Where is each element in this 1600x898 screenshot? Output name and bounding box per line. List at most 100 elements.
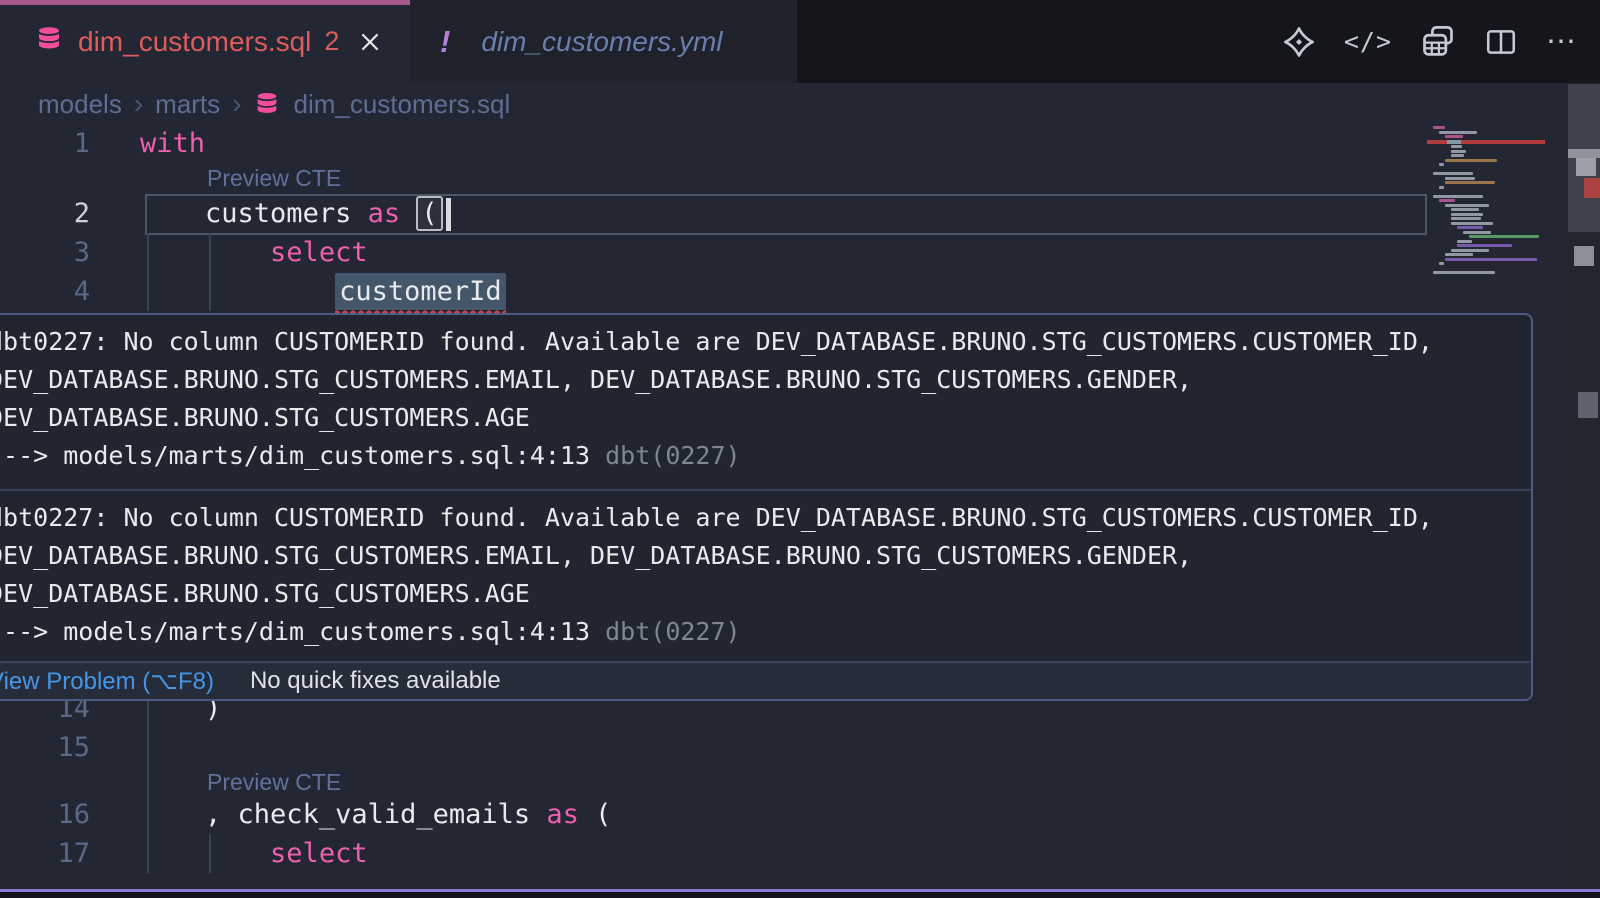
- minimap-line: [1439, 163, 1444, 166]
- minimap-line: [1445, 253, 1473, 256]
- minimap-line: [1451, 145, 1462, 148]
- copy-table-icon[interactable]: [1420, 24, 1456, 60]
- codelens-preview-cte[interactable]: Preview CTE: [207, 163, 341, 194]
- minimap-line: [1445, 181, 1495, 184]
- hover-status-bar: View Problem (⌥F8) No quick fixes availa…: [0, 661, 1531, 699]
- matched-bracket: (: [416, 196, 442, 231]
- view-problem-link[interactable]: View Problem (⌥F8): [0, 667, 214, 696]
- split-editor-icon[interactable]: [1484, 25, 1518, 59]
- minimap-line: [1445, 258, 1537, 261]
- minimap[interactable]: [1427, 126, 1545, 276]
- error-location-line: --> models/marts/dim_customers.sql:4:13 …: [0, 613, 1513, 651]
- indent-guide: [147, 233, 149, 311]
- overview-marker: [1578, 392, 1598, 418]
- error-message-line: DEV_DATABASE.BRUNO.STG_CUSTOMERS.AGE: [0, 399, 1513, 437]
- minimap-line: [1439, 199, 1455, 202]
- minimap-line: [1445, 159, 1497, 162]
- error-message-line: DEV_DATABASE.BRUNO.STG_CUSTOMERS.EMAIL, …: [0, 537, 1513, 575]
- code-line-content[interactable]: select: [140, 233, 368, 272]
- code-line: 1 with: [0, 124, 1600, 163]
- code-icon[interactable]: </>: [1344, 27, 1392, 56]
- code-line: 3 select: [0, 233, 1600, 272]
- tab-dim-customers-sql[interactable]: dim_customers.sql 2: [0, 0, 410, 83]
- code-line: 2 customers as (: [0, 194, 1600, 233]
- error-message-line: dbt0227: No column CUSTOMERID found. Ava…: [0, 499, 1513, 537]
- overview-marker: [1576, 158, 1596, 176]
- minimap-line: [1451, 249, 1489, 252]
- gutter: [0, 163, 90, 194]
- line-number: 1: [0, 124, 90, 163]
- error-code-ref: dbt(0227): [605, 441, 740, 470]
- minimap-line: [1451, 217, 1481, 220]
- minimap-line: [1439, 186, 1444, 189]
- code-line-content[interactable]: select: [140, 834, 368, 873]
- minimap-line: [1445, 204, 1489, 207]
- error-location-line: --> models/marts/dim_customers.sql:4:13 …: [0, 437, 1513, 475]
- database-icon: [253, 90, 281, 118]
- minimap-line: [1457, 244, 1512, 247]
- error-message-block: dbt0227: No column CUSTOMERID found. Ava…: [0, 491, 1531, 661]
- code-editor-top: 1withPreview CTE2 customers as (3 select…: [0, 124, 1600, 311]
- code-line-content[interactable]: customers as (: [140, 194, 451, 233]
- tab-dim-customers-yml[interactable]: ! dim_customers.yml: [410, 0, 797, 83]
- more-actions-icon[interactable]: ⋯: [1546, 24, 1578, 59]
- tab-badge: 2: [324, 26, 339, 57]
- indent-guide: [209, 834, 211, 873]
- breadcrumb-item-marts[interactable]: marts: [155, 89, 220, 120]
- error-message-line: DEV_DATABASE.BRUNO.STG_CUSTOMERS.EMAIL, …: [0, 361, 1513, 399]
- minimap-gap: [1427, 190, 1545, 195]
- close-icon[interactable]: [357, 29, 383, 55]
- dbt-icon[interactable]: [1282, 25, 1316, 59]
- minimap-line: [1451, 222, 1493, 225]
- minimap-line: [1451, 208, 1479, 211]
- line-number: 17: [0, 834, 90, 873]
- error-message-block: dbt0227: No column CUSTOMERID found. Ava…: [0, 315, 1531, 489]
- tab-label: dim_customers.sql: [78, 26, 311, 58]
- error-hover-tooltip: dbt0227: No column CUSTOMERID found. Ava…: [0, 313, 1533, 701]
- indent-guide: [147, 689, 149, 873]
- minimap-line: [1469, 235, 1539, 238]
- minimap-line: [1445, 177, 1475, 180]
- indent-guide: [209, 233, 211, 311]
- codelens-row: Preview CTE: [0, 767, 1600, 795]
- line-number: 3: [0, 233, 90, 272]
- code-line-content[interactable]: customerId: [140, 272, 506, 311]
- minimap-line: [1433, 126, 1445, 129]
- minimap-line: [1463, 231, 1491, 234]
- minimap-line: [1433, 172, 1473, 175]
- line-number: 2: [0, 194, 90, 233]
- error-message-line: DEV_DATABASE.BRUNO.STG_CUSTOMERS.AGE: [0, 575, 1513, 613]
- minimap-line: [1439, 131, 1477, 134]
- minimap-line: [1451, 213, 1483, 216]
- warning-icon: !: [440, 24, 450, 60]
- codelens-row: Preview CTE: [0, 163, 1600, 194]
- overview-marker-error: [1584, 178, 1600, 198]
- breadcrumb-item-file[interactable]: dim_customers.sql: [293, 89, 510, 120]
- error-token-customerid: customerId: [335, 273, 506, 310]
- overview-marker: [1574, 246, 1594, 266]
- code-line-content[interactable]: , check_valid_emails as (: [140, 795, 611, 834]
- minimap-line: [1457, 226, 1483, 229]
- codelens-preview-cte[interactable]: Preview CTE: [207, 767, 341, 795]
- minimap-line: [1433, 271, 1495, 274]
- code-editor-bottom: 14 )15Preview CTE16 , check_valid_emails…: [0, 689, 1600, 873]
- line-number: 16: [0, 795, 90, 834]
- no-quick-fixes-label: No quick fixes available: [250, 667, 501, 695]
- minimap-line: [1445, 135, 1463, 138]
- minimap-line: [1433, 195, 1483, 198]
- breadcrumb-item-models[interactable]: models: [38, 89, 122, 120]
- overview-marker: [1568, 149, 1600, 158]
- active-tab-accent-border: [0, 0, 410, 5]
- code-line: 4 customerId: [0, 272, 1600, 311]
- tab-bar: dim_customers.sql 2 ! dim_customers.yml …: [0, 0, 1600, 83]
- code-line-content[interactable]: with: [140, 124, 205, 163]
- breadcrumb: models › marts › dim_customers.sql: [38, 86, 510, 122]
- code-line: 17 select: [0, 834, 1600, 873]
- minimap-line: [1439, 262, 1444, 265]
- editor-window: dim_customers.sql 2 ! dim_customers.yml …: [0, 0, 1600, 898]
- database-icon: [34, 24, 64, 59]
- line-number: 4: [0, 272, 90, 311]
- gutter: [0, 767, 90, 795]
- code-line: 16 , check_valid_emails as (: [0, 795, 1600, 834]
- window-bottom-edge: [0, 892, 1600, 898]
